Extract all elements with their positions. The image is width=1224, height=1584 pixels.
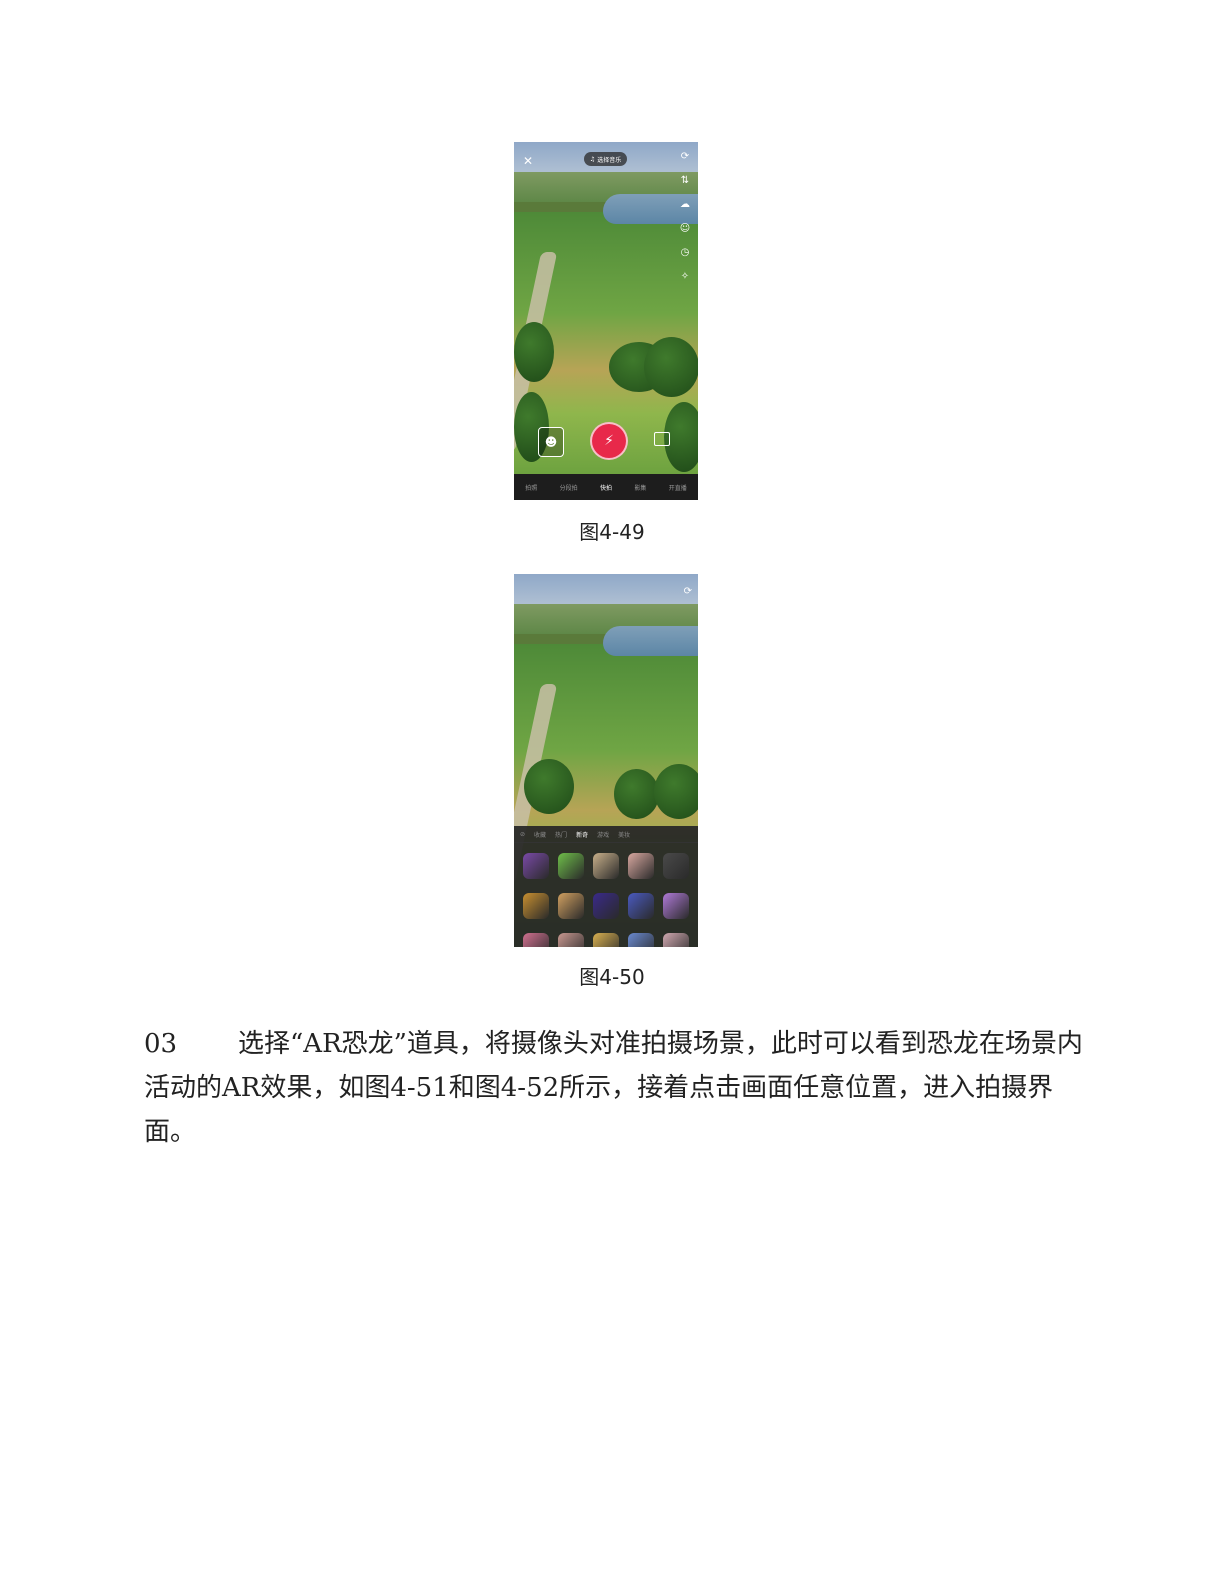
- effect-thumbnail[interactable]: [558, 853, 584, 879]
- beauty-icon[interactable]: ☺: [678, 224, 692, 234]
- mode-tab[interactable]: 分段拍: [560, 483, 578, 492]
- effect-thumbnail[interactable]: [558, 933, 584, 947]
- effect-thumbnail[interactable]: [663, 933, 689, 947]
- effect-category-tab[interactable]: 美妆: [618, 830, 630, 839]
- mode-tab[interactable]: 开直播: [669, 483, 687, 492]
- figure-caption: 图4-49: [579, 520, 645, 544]
- lightning-icon: ⚡: [604, 433, 614, 449]
- effect-thumbnail[interactable]: [523, 933, 549, 947]
- effect-thumbnail[interactable]: [628, 933, 654, 947]
- effect-category-tab[interactable]: 游戏: [597, 830, 609, 839]
- props-icon: ☻: [544, 435, 558, 449]
- effects-panel: ⊘ 收藏 热门 新奇 游戏 美妆: [514, 826, 698, 947]
- figure-caption: 图4-50: [579, 965, 645, 989]
- effect-thumbnail[interactable]: [663, 853, 689, 879]
- effect-thumbnail[interactable]: [523, 853, 549, 879]
- effect-thumbnail[interactable]: [593, 893, 619, 919]
- instruction-paragraph: 03 选择“AR恐龙”道具，将摄像头对准拍摄场景，此时可以看到恐龙在场景内活动的A…: [144, 1022, 1084, 1154]
- camera-screenshot: ✕ ♫ 选择音乐 ⟳ ⇅ ☁ ☺ ◷ ✧ ☻ ⚡ 拍照 分段拍 快拍 影集 开直播: [514, 142, 698, 500]
- shutter-button[interactable]: ⚡: [590, 422, 628, 460]
- effects-screenshot: ⟳ ⊘ 收藏 热门 新奇 游戏 美妆: [514, 574, 698, 947]
- effect-category-tabs: ⊘ 收藏 热门 新奇 游戏 美妆: [514, 826, 698, 843]
- effect-thumbnail[interactable]: [628, 893, 654, 919]
- props-button[interactable]: ☻: [538, 427, 564, 457]
- effect-grid: [514, 843, 698, 947]
- filter-icon[interactable]: ☁: [678, 200, 692, 210]
- effect-category-tab[interactable]: 热门: [555, 830, 567, 839]
- speed-icon[interactable]: ⇅: [678, 176, 692, 186]
- music-note-icon: ♫: [589, 155, 596, 163]
- effect-thumbnail[interactable]: [558, 893, 584, 919]
- trees: [514, 322, 554, 382]
- side-toolbar: ⟳ ⇅ ☁ ☺ ◷ ✧: [678, 152, 692, 296]
- timer-icon[interactable]: ◷: [678, 248, 692, 258]
- flip-camera-icon[interactable]: ⟳: [684, 586, 692, 597]
- effect-category-tab[interactable]: 新奇: [576, 830, 588, 839]
- flip-camera-icon[interactable]: ⟳: [678, 152, 692, 162]
- effect-category-tab[interactable]: 收藏: [534, 830, 546, 839]
- trees: [524, 759, 574, 814]
- effect-thumbnail[interactable]: [663, 893, 689, 919]
- step-number: 03: [144, 1029, 178, 1059]
- effect-thumbnail[interactable]: [593, 933, 619, 947]
- mode-tab[interactable]: 影集: [634, 483, 646, 492]
- close-icon[interactable]: ✕: [523, 154, 533, 168]
- album-icon[interactable]: [654, 432, 670, 446]
- lake: [603, 626, 698, 656]
- mode-tab[interactable]: 快拍: [600, 483, 612, 492]
- effect-thumbnail[interactable]: [523, 893, 549, 919]
- effect-thumbnail[interactable]: [628, 853, 654, 879]
- trees: [654, 764, 698, 819]
- select-music-button[interactable]: ♫ 选择音乐: [584, 152, 627, 166]
- trees: [644, 337, 698, 397]
- more-icon[interactable]: ✧: [678, 272, 692, 282]
- music-label: 选择音乐: [597, 156, 622, 164]
- effect-thumbnail[interactable]: [593, 853, 619, 879]
- step-text: 选择“AR恐龙”道具，将摄像头对准拍摄场景，此时可以看到恐龙在场景内活动的AR效…: [144, 1029, 1083, 1147]
- trees: [614, 769, 659, 819]
- mode-tab[interactable]: 拍照: [525, 483, 537, 492]
- no-effect-icon[interactable]: ⊘: [520, 831, 525, 838]
- mode-bar: 拍照 分段拍 快拍 影集 开直播: [514, 474, 698, 500]
